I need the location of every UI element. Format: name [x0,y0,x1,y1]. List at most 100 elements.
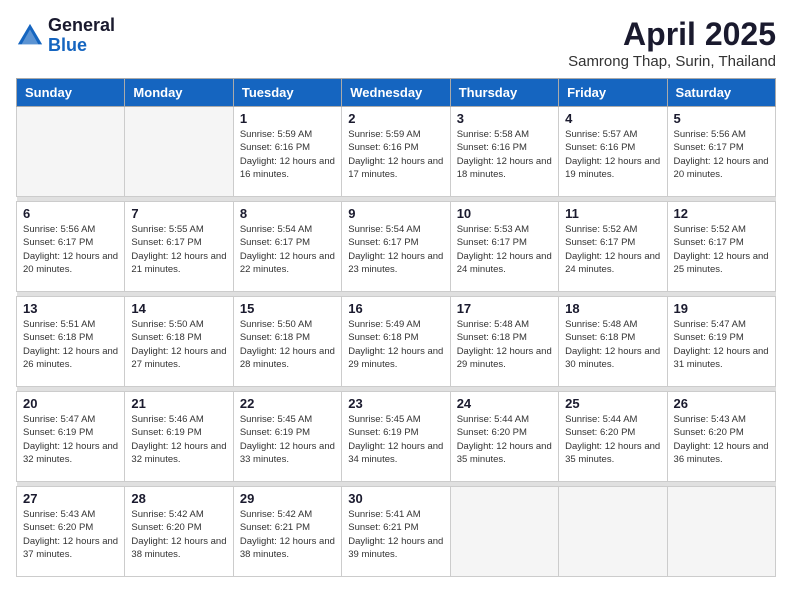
day-info: Sunrise: 5:48 AM Sunset: 6:18 PM Dayligh… [457,318,552,371]
day-number: 3 [457,111,552,126]
logo-blue: Blue [48,36,115,56]
calendar-cell: 29Sunrise: 5:42 AM Sunset: 6:21 PM Dayli… [233,487,341,577]
day-number: 24 [457,396,552,411]
day-number: 11 [565,206,660,221]
logo-icon [16,22,44,50]
day-number: 21 [131,396,226,411]
logo-general: General [48,16,115,36]
day-info: Sunrise: 5:52 AM Sunset: 6:17 PM Dayligh… [674,223,769,276]
weekday-header-friday: Friday [559,79,667,107]
day-info: Sunrise: 5:56 AM Sunset: 6:17 PM Dayligh… [23,223,118,276]
day-info: Sunrise: 5:43 AM Sunset: 6:20 PM Dayligh… [23,508,118,561]
calendar-cell [450,487,558,577]
day-number: 23 [348,396,443,411]
calendar-cell: 25Sunrise: 5:44 AM Sunset: 6:20 PM Dayli… [559,392,667,482]
calendar-cell [125,107,233,197]
day-info: Sunrise: 5:46 AM Sunset: 6:19 PM Dayligh… [131,413,226,466]
day-number: 30 [348,491,443,506]
day-info: Sunrise: 5:58 AM Sunset: 6:16 PM Dayligh… [457,128,552,181]
calendar-cell: 30 Sunrise: 5:41 AM Sunset: 6:21 PM Dayli… [342,487,450,577]
main-title: April 2025 [568,16,776,53]
weekday-header-sunday: Sunday [17,79,125,107]
calendar-week-1: 6 Sunrise: 5:56 AM Sunset: 6:17 PM Daylig… [17,202,776,292]
calendar-cell: 9Sunrise: 5:54 AM Sunset: 6:17 PM Daylig… [342,202,450,292]
weekday-header-saturday: Saturday [667,79,775,107]
day-number: 26 [674,396,769,411]
calendar-header-row: SundayMondayTuesdayWednesdayThursdayFrid… [17,79,776,107]
weekday-header-thursday: Thursday [450,79,558,107]
day-info: Sunrise: 5:45 AM Sunset: 6:19 PM Dayligh… [240,413,335,466]
day-info: Sunrise: 5:42 AM Sunset: 6:21 PM Dayligh… [240,508,335,561]
day-number: 17 [457,301,552,316]
day-number: 7 [131,206,226,221]
calendar-cell: 28 Sunrise: 5:42 AM Sunset: 6:20 PM Dayli… [125,487,233,577]
day-info: Sunrise: 5:59 AM Sunset: 6:16 PM Dayligh… [348,128,443,181]
calendar-cell: 7 Sunrise: 5:55 AM Sunset: 6:17 PM Daylig… [125,202,233,292]
page-header: General Blue April 2025 Samrong Thap, Su… [16,16,776,70]
day-info: Sunrise: 5:45 AM Sunset: 6:19 PM Dayligh… [348,413,443,466]
day-info: Sunrise: 5:54 AM Sunset: 6:17 PM Dayligh… [348,223,443,276]
day-number: 22 [240,396,335,411]
calendar-cell: 3 Sunrise: 5:58 AM Sunset: 6:16 PM Daylig… [450,107,558,197]
day-number: 27 [23,491,118,506]
calendar-cell: 24 Sunrise: 5:44 AM Sunset: 6:20 PM Dayli… [450,392,558,482]
day-number: 1 [240,111,335,126]
day-number: 16 [348,301,443,316]
calendar-cell: 1 Sunrise: 5:59 AM Sunset: 6:16 PM Daylig… [233,107,341,197]
day-number: 14 [131,301,226,316]
calendar-cell [667,487,775,577]
calendar-cell: 5 Sunrise: 5:56 AM Sunset: 6:17 PM Daylig… [667,107,775,197]
day-info: Sunrise: 5:55 AM Sunset: 6:17 PM Dayligh… [131,223,226,276]
day-number: 28 [131,491,226,506]
calendar-cell: 2 Sunrise: 5:59 AM Sunset: 6:16 PM Daylig… [342,107,450,197]
calendar-cell: 13 Sunrise: 5:51 AM Sunset: 6:18 PM Dayli… [17,297,125,387]
calendar-cell: 16 Sunrise: 5:49 AM Sunset: 6:18 PM Dayli… [342,297,450,387]
logo-text: General Blue [48,16,115,56]
calendar-cell: 17 Sunrise: 5:48 AM Sunset: 6:18 PM Dayli… [450,297,558,387]
calendar-cell [17,107,125,197]
day-info: Sunrise: 5:48 AM Sunset: 6:18 PM Dayligh… [565,318,660,371]
day-number: 13 [23,301,118,316]
calendar-week-4: 27 Sunrise: 5:43 AM Sunset: 6:20 PM Dayli… [17,487,776,577]
day-info: Sunrise: 5:44 AM Sunset: 6:20 PM Dayligh… [457,413,552,466]
calendar-cell: 15 Sunrise: 5:50 AM Sunset: 6:18 PM Dayli… [233,297,341,387]
day-info: Sunrise: 5:44 AM Sunset: 6:20 PM Dayligh… [565,413,660,466]
day-number: 6 [23,206,118,221]
calendar-cell: 4 Sunrise: 5:57 AM Sunset: 6:16 PM Daylig… [559,107,667,197]
day-info: Sunrise: 5:56 AM Sunset: 6:17 PM Dayligh… [674,128,769,181]
day-info: Sunrise: 5:49 AM Sunset: 6:18 PM Dayligh… [348,318,443,371]
day-info: Sunrise: 5:59 AM Sunset: 6:16 PM Dayligh… [240,128,335,181]
day-number: 18 [565,301,660,316]
calendar-week-2: 13 Sunrise: 5:51 AM Sunset: 6:18 PM Dayli… [17,297,776,387]
day-info: Sunrise: 5:57 AM Sunset: 6:16 PM Dayligh… [565,128,660,181]
calendar-cell [559,487,667,577]
day-info: Sunrise: 5:50 AM Sunset: 6:18 PM Dayligh… [240,318,335,371]
calendar-table: SundayMondayTuesdayWednesdayThursdayFrid… [16,78,776,577]
weekday-header-monday: Monday [125,79,233,107]
day-number: 8 [240,206,335,221]
calendar-cell: 19Sunrise: 5:47 AM Sunset: 6:19 PM Dayli… [667,297,775,387]
calendar-cell: 12 Sunrise: 5:52 AM Sunset: 6:17 PM Dayli… [667,202,775,292]
calendar-cell: 22 Sunrise: 5:45 AM Sunset: 6:19 PM Dayli… [233,392,341,482]
weekday-header-wednesday: Wednesday [342,79,450,107]
day-number: 12 [674,206,769,221]
day-number: 5 [674,111,769,126]
calendar-cell: 21 Sunrise: 5:46 AM Sunset: 6:19 PM Dayli… [125,392,233,482]
calendar-week-0: 1 Sunrise: 5:59 AM Sunset: 6:16 PM Daylig… [17,107,776,197]
day-info: Sunrise: 5:52 AM Sunset: 6:17 PM Dayligh… [565,223,660,276]
calendar-week-3: 20Sunrise: 5:47 AM Sunset: 6:19 PM Dayli… [17,392,776,482]
calendar-cell: 11 Sunrise: 5:52 AM Sunset: 6:17 PM Dayli… [559,202,667,292]
day-info: Sunrise: 5:42 AM Sunset: 6:20 PM Dayligh… [131,508,226,561]
title-block: April 2025 Samrong Thap, Surin, Thailand [568,16,776,70]
day-number: 19 [674,301,769,316]
day-info: Sunrise: 5:41 AM Sunset: 6:21 PM Dayligh… [348,508,443,561]
day-number: 2 [348,111,443,126]
day-info: Sunrise: 5:54 AM Sunset: 6:17 PM Dayligh… [240,223,335,276]
subtitle: Samrong Thap, Surin, Thailand [568,53,776,70]
logo: General Blue [16,16,115,56]
day-info: Sunrise: 5:51 AM Sunset: 6:18 PM Dayligh… [23,318,118,371]
day-number: 15 [240,301,335,316]
calendar-cell: 18 Sunrise: 5:48 AM Sunset: 6:18 PM Dayli… [559,297,667,387]
day-number: 4 [565,111,660,126]
day-number: 10 [457,206,552,221]
